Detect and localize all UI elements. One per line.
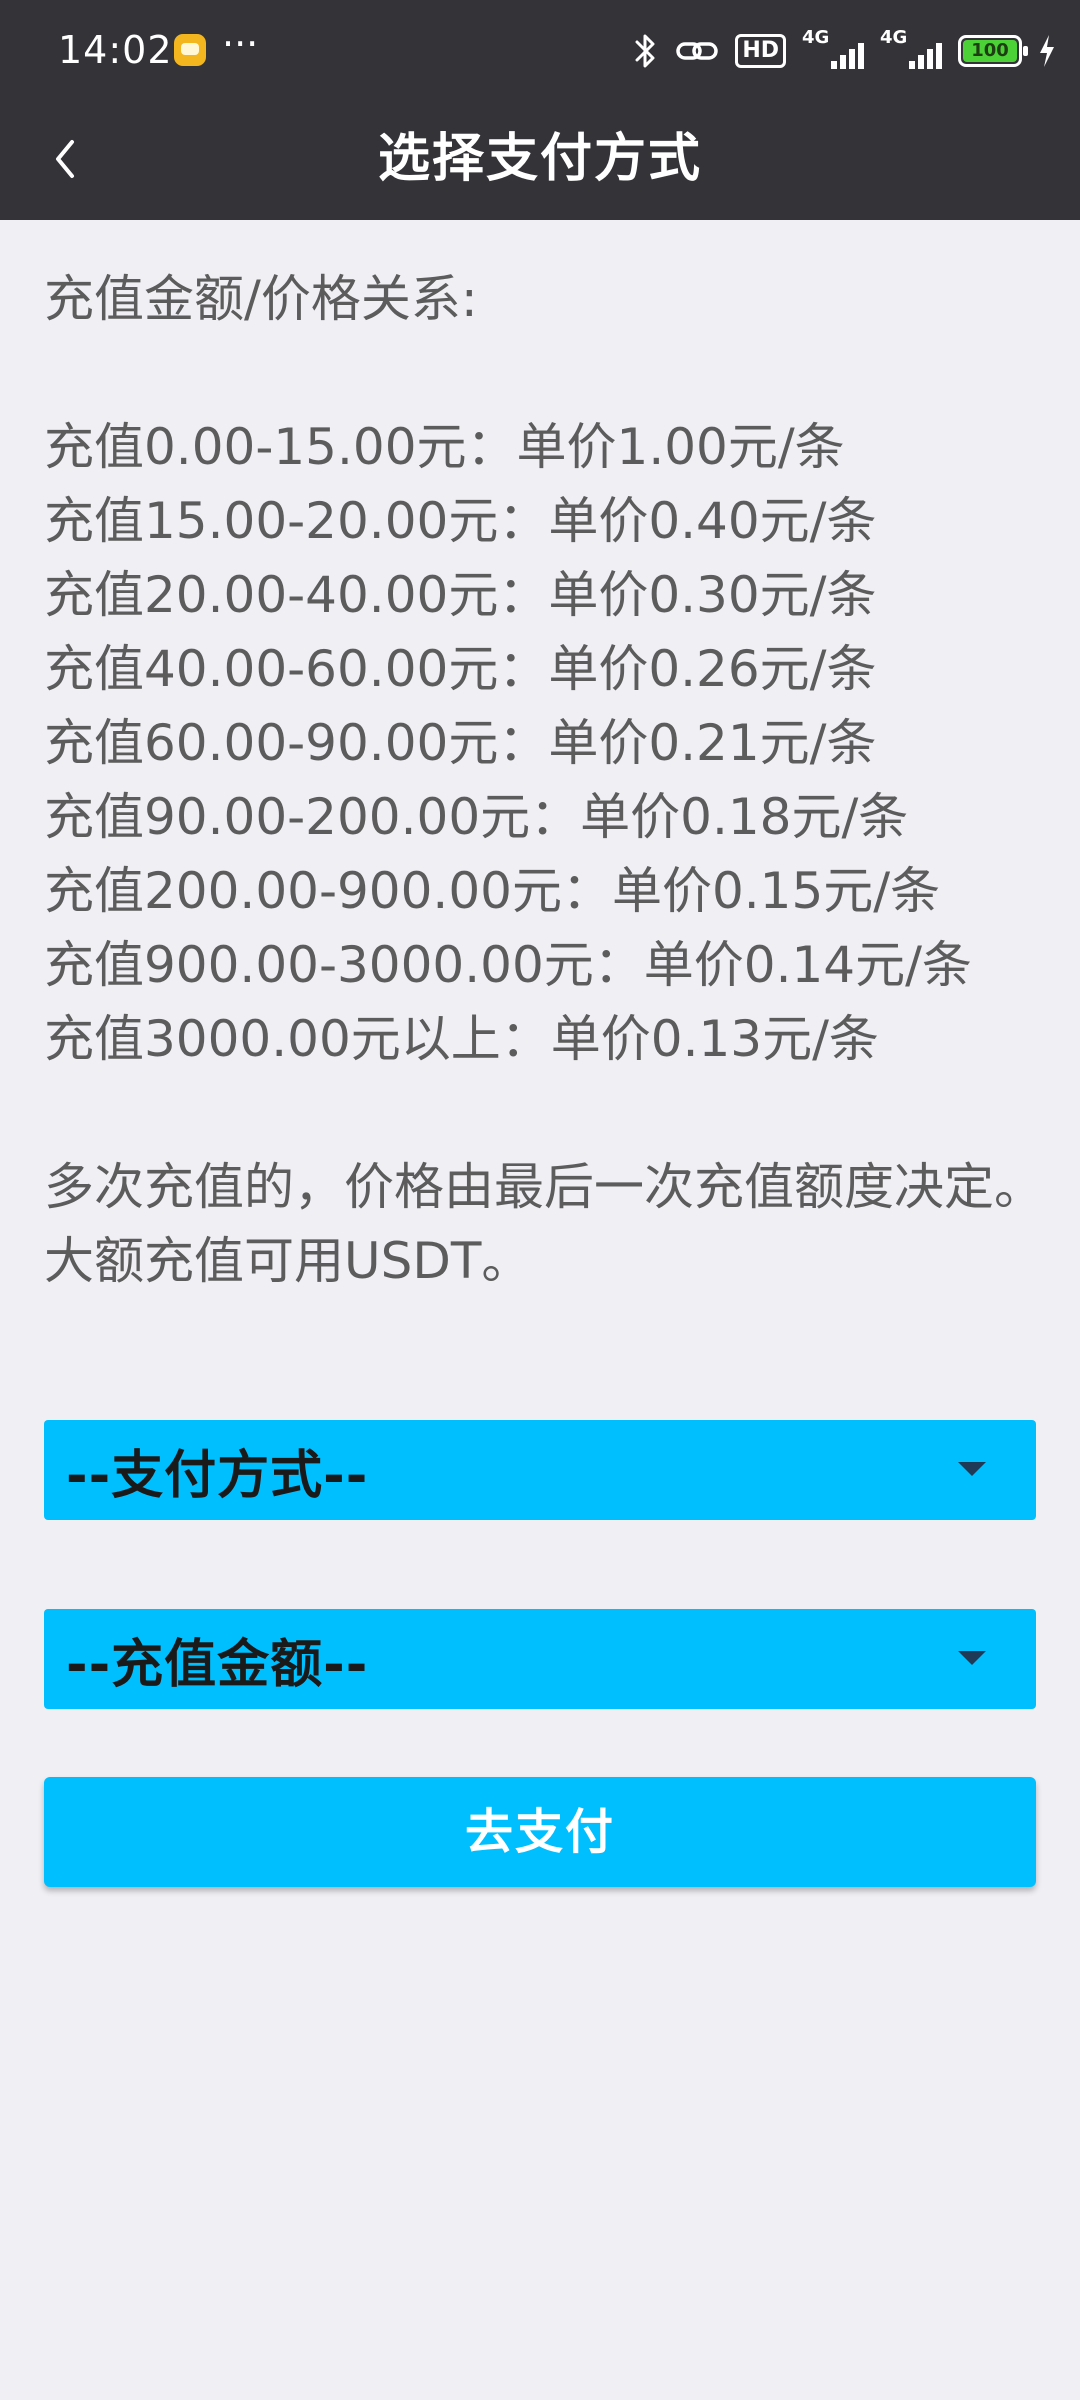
price-tier: 充值20.00-40.00元：单价0.30元/条 <box>44 566 877 624</box>
dropdown-arrow-icon <box>958 1462 986 1476</box>
payment-method-label: --支付方式-- <box>66 1445 369 1506</box>
hd-voice-icon: HD <box>735 34 786 68</box>
battery-level: 100 <box>963 40 1017 62</box>
payment-method-select[interactable]: --支付方式-- <box>44 1420 1036 1520</box>
signal-strength-icon: 4G <box>802 27 864 71</box>
page-title: 选择支付方式 <box>377 129 702 189</box>
screen: 14:02 ··· HD 4G 4G 100 选择支付方式 充值金额/价格关系:… <box>0 0 1080 2400</box>
message-notification-icon <box>174 34 206 66</box>
network-type-label: 4G <box>802 27 830 48</box>
pricing-heading: 充值金额/价格关系: <box>44 270 478 328</box>
link-icon <box>675 31 719 71</box>
bluetooth-icon <box>633 31 659 71</box>
back-button[interactable] <box>30 124 100 194</box>
dropdown-arrow-icon <box>958 1651 986 1665</box>
recharge-amount-label: --充值金额-- <box>66 1634 369 1695</box>
status-icons: HD 4G 4G 100 <box>633 27 1056 74</box>
price-tier: 充值200.00-900.00元：单价0.15元/条 <box>44 862 941 920</box>
pricing-note: 多次充值的，价格由最后一次充值额度决定。大额充值可用USDT。 <box>44 1158 1044 1290</box>
status-bar: 14:02 ··· HD 4G 4G 100 <box>0 0 1080 98</box>
pricing-info: 充值金额/价格关系: 充值0.00-15.00元：单价1.00元/条 充值15.… <box>44 262 1044 1298</box>
recharge-amount-select[interactable]: --充值金额-- <box>44 1609 1036 1709</box>
battery-icon: 100 <box>958 35 1028 67</box>
price-tier: 充值15.00-20.00元：单价0.40元/条 <box>44 492 877 550</box>
network-type-label-2: 4G <box>880 27 908 48</box>
pay-button[interactable]: 去支付 <box>44 1777 1036 1887</box>
chevron-left-icon <box>56 140 74 178</box>
price-tier: 充值90.00-200.00元：单价0.18元/条 <box>44 788 909 846</box>
price-tier: 充值900.00-3000.00元：单价0.14元/条 <box>44 936 972 994</box>
price-tier: 充值40.00-60.00元：单价0.26元/条 <box>44 640 877 698</box>
price-tier: 充值3000.00元以上：单价0.13元/条 <box>44 1010 879 1068</box>
signal-strength-icon-2: 4G <box>880 27 942 71</box>
more-notifications-icon: ··· <box>222 22 259 66</box>
price-tier: 充值60.00-90.00元：单价0.21元/条 <box>44 714 877 772</box>
status-time: 14:02 <box>58 28 173 72</box>
title-bar: 选择支付方式 <box>0 98 1080 220</box>
price-tier: 充值0.00-15.00元：单价1.00元/条 <box>44 418 845 476</box>
charging-icon <box>1038 31 1056 71</box>
